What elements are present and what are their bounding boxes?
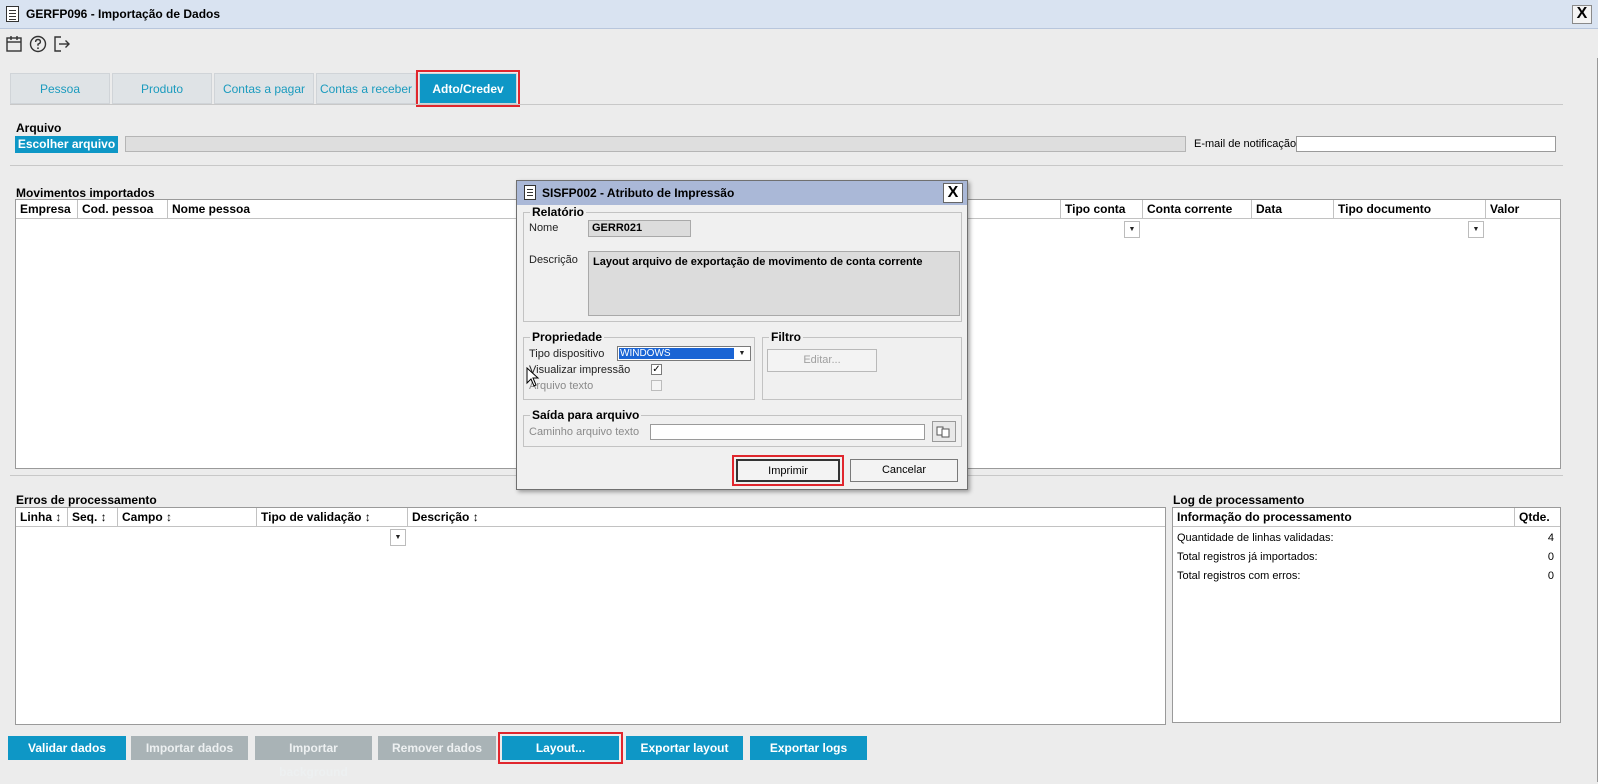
descricao-label: Descrição (529, 254, 578, 266)
document-icon (6, 6, 19, 22)
tab-contas-a-receber[interactable]: Contas a receber (316, 73, 416, 104)
folder-browse-icon[interactable] (932, 421, 956, 442)
editar-button[interactable]: Editar... (767, 349, 877, 372)
log-row-value: 4 (1547, 532, 1554, 544)
tab-pessoa[interactable]: Pessoa (10, 73, 110, 104)
descricao-field: Layout arquivo de exportação de moviment… (588, 251, 960, 316)
arquivo-section-label: Arquivo (16, 121, 62, 135)
document-icon (524, 185, 536, 200)
exportar-logs-button[interactable]: Exportar logs (750, 736, 867, 760)
choose-file-button[interactable]: Escolher arquivo (15, 136, 118, 153)
col-informacao: Informação do processamento (1173, 508, 1515, 527)
remover-dados-button[interactable]: Remover dados (378, 736, 496, 760)
imprimir-button[interactable]: Imprimir (732, 455, 844, 486)
tipo-documento-dropdown-arrow[interactable]: ▼ (1468, 221, 1484, 238)
propriedade-group: Propriedade Tipo dispositivo WINDOWS ▼ V… (523, 330, 755, 400)
col-valor[interactable]: Valor (1486, 200, 1560, 219)
file-path-field[interactable] (125, 136, 1186, 152)
log-row-label: Quantidade de linhas validadas: (1177, 532, 1334, 544)
log-row: Total registros com erros: 0 (1177, 567, 1556, 585)
dialog-titlebar: SISFP002 - Atributo de Impressão X (517, 181, 967, 205)
window-close-button[interactable]: X (1572, 5, 1592, 24)
log-table-header: Informação do processamento Qtde. (1173, 508, 1560, 527)
log-row-label: Total registros com erros: (1177, 570, 1301, 582)
nome-field: GERR021 (588, 220, 691, 237)
col-tipo-conta[interactable]: Tipo conta (1061, 200, 1143, 219)
log-row: Quantidade de linhas validadas: 4 (1177, 529, 1556, 547)
importar-dados-button[interactable]: Importar dados (131, 736, 248, 760)
icon-toolbar (0, 30, 1598, 58)
cancelar-button[interactable]: Cancelar (850, 459, 958, 482)
arquivo-texto-checkbox[interactable] (651, 380, 662, 391)
log-table: Informação do processamento Qtde. Quanti… (1172, 507, 1561, 723)
tipo-conta-dropdown-arrow[interactable]: ▼ (1124, 221, 1140, 238)
caminho-field[interactable] (650, 424, 925, 440)
nome-label: Nome (529, 222, 559, 234)
col-conta-corrente[interactable]: Conta corrente (1143, 200, 1252, 219)
col-tipo-validacao[interactable]: Tipo de validação ↕ (257, 508, 408, 527)
tab-adto-credev[interactable]: Adto/Credev (416, 70, 520, 107)
movimentos-section-label: Movimentos importados (16, 186, 155, 200)
erros-section-label: Erros de processamento (16, 493, 157, 507)
email-field[interactable] (1296, 136, 1556, 152)
mouse-cursor-icon (526, 367, 540, 387)
erros-table-header: Linha ↕ Seq. ↕ Campo ↕ Tipo de validação… (16, 508, 1165, 527)
saida-group-label: Saída para arquivo (530, 408, 642, 422)
dialog-close-button[interactable]: X (943, 183, 963, 203)
filtro-group-label: Filtro (769, 330, 803, 344)
col-empresa[interactable]: Empresa (16, 200, 78, 219)
col-data[interactable]: Data (1252, 200, 1334, 219)
tab-contas-a-pagar[interactable]: Contas a pagar (214, 73, 314, 104)
tipo-validacao-dropdown-arrow[interactable]: ▼ (390, 529, 406, 546)
col-qtde: Qtde. (1519, 510, 1550, 524)
dialog-title: SISFP002 - Atributo de Impressão (542, 186, 735, 200)
relatorio-group-label: Relatório (530, 205, 587, 219)
caminho-label: Caminho arquivo texto (529, 426, 640, 438)
help-icon[interactable] (29, 35, 47, 53)
tipo-dispositivo-value: WINDOWS (619, 348, 734, 359)
email-label: E-mail de notificação (1194, 138, 1297, 150)
tipo-dispositivo-label: Tipo dispositivo (529, 348, 605, 360)
print-attributes-dialog: SISFP002 - Atributo de Impressão X Relat… (516, 180, 968, 490)
visualizar-impressao-label: Visualizar impressão (529, 364, 631, 376)
col-linha[interactable]: Linha ↕ (16, 508, 68, 527)
importar-background-button[interactable]: Importar background (255, 736, 372, 779)
log-row: Total registros já importados: 0 (1177, 548, 1556, 566)
window-titlebar: GERFP096 - Importação de Dados X (0, 0, 1598, 29)
col-descricao[interactable]: Descrição ↕ (408, 508, 1165, 527)
log-row-label: Total registros já importados: (1177, 551, 1318, 563)
window-title: GERFP096 - Importação de Dados (26, 7, 221, 21)
col-cod-pessoa[interactable]: Cod. pessoa (78, 200, 168, 219)
col-seq[interactable]: Seq. ↕ (68, 508, 118, 527)
propriedade-group-label: Propriedade (530, 330, 605, 344)
erros-table[interactable]: Linha ↕ Seq. ↕ Campo ↕ Tipo de validação… (15, 507, 1166, 725)
exportar-layout-button[interactable]: Exportar layout (626, 736, 743, 760)
col-tipo-documento[interactable]: Tipo documento (1334, 200, 1486, 219)
validar-dados-button[interactable]: Validar dados (8, 736, 126, 760)
arquivo-divider (10, 165, 1563, 166)
col-campo[interactable]: Campo ↕ (118, 508, 257, 527)
log-row-value: 0 (1547, 570, 1554, 582)
tabs-divider (10, 104, 1563, 105)
relatorio-group: Relatório Nome GERR021 Descrição Layout … (523, 205, 962, 322)
saida-group: Saída para arquivo Caminho arquivo texto (523, 408, 962, 447)
tipo-dispositivo-select[interactable]: WINDOWS ▼ (617, 346, 751, 361)
filtro-group: Filtro Editar... (762, 330, 962, 400)
logout-icon[interactable] (53, 35, 71, 53)
chevron-down-icon[interactable]: ▼ (735, 348, 749, 359)
log-section-label: Log de processamento (1173, 493, 1305, 507)
calendar-icon[interactable] (5, 35, 23, 53)
tab-produto[interactable]: Produto (112, 73, 212, 104)
visualizar-impressao-checkbox[interactable]: ✓ (651, 364, 662, 375)
layout-button[interactable]: Layout... (498, 732, 623, 764)
log-row-value: 0 (1547, 551, 1554, 563)
